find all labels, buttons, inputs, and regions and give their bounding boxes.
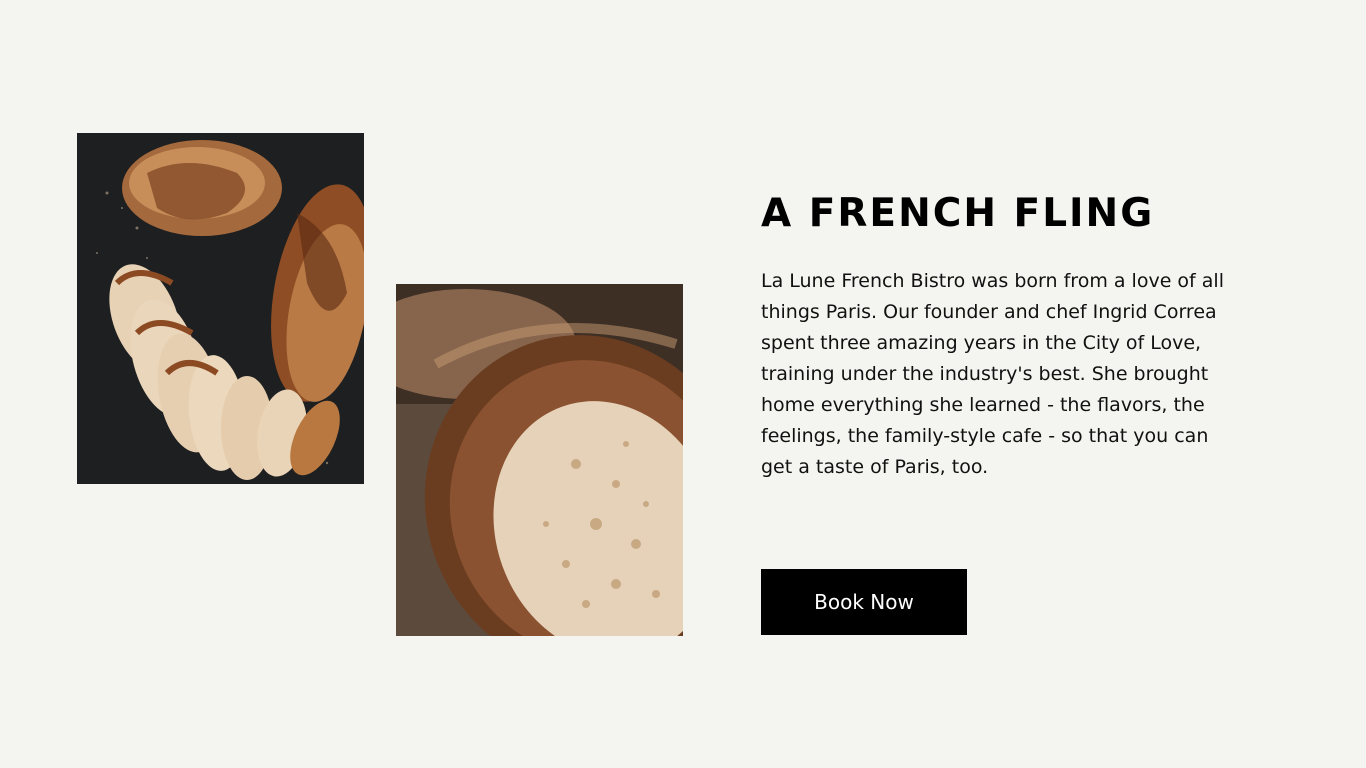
about-section: A FRENCH FLING La Lune French Bistro was… (761, 188, 1231, 483)
section-heading: A FRENCH FLING (761, 191, 1155, 236)
about-paragraph: La Lune French Bistro was born from a lo… (761, 270, 1224, 478)
sourdough-bread-photo (396, 284, 683, 636)
grilled-chicken-photo (77, 133, 364, 484)
book-now-button[interactable]: Book Now (761, 569, 967, 635)
